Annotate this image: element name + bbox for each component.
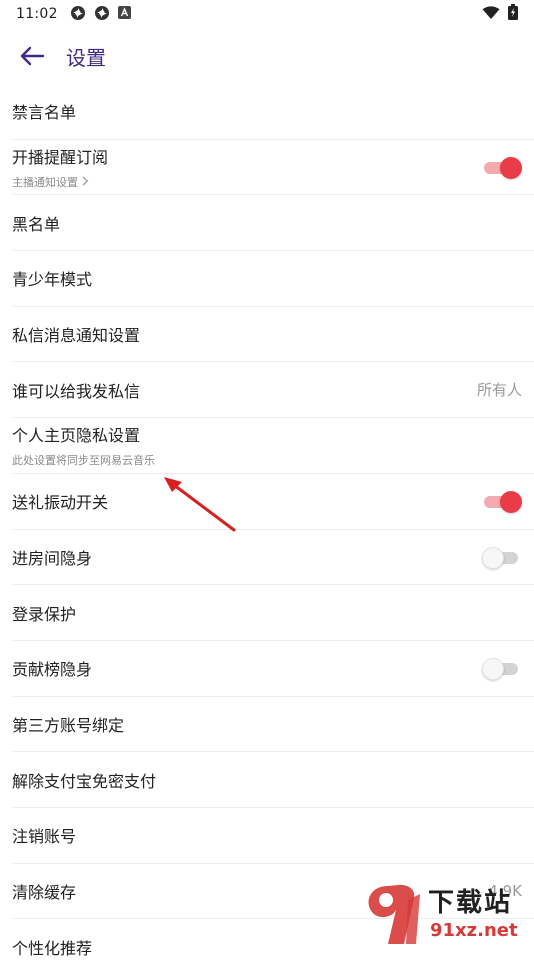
- setting-label: 送礼振动开关: [12, 493, 109, 513]
- system-icons: [482, 4, 518, 24]
- setting-alipay-unbind[interactable]: 解除支付宝免密支付: [12, 752, 534, 808]
- setting-label: 开播提醒订阅: [12, 148, 109, 168]
- setting-personalized[interactable]: 个性化推荐: [12, 919, 534, 975]
- pinwheel-icon: [70, 5, 86, 24]
- setting-live-reminder[interactable]: 开播提醒订阅 主播通知设置: [12, 140, 534, 196]
- setting-label: 贡献榜隐身: [12, 660, 93, 680]
- setting-clear-cache[interactable]: 清除缓存 4.9K: [12, 864, 534, 920]
- room-hidden-toggle[interactable]: [482, 545, 522, 569]
- setting-label: 青少年模式: [12, 270, 93, 290]
- pinwheel-icon: [94, 5, 110, 24]
- setting-login-protect[interactable]: 登录保护: [12, 585, 534, 641]
- setting-who-can-dm[interactable]: 谁可以给我发私信 所有人: [12, 362, 534, 419]
- a-box-icon: [117, 6, 131, 22]
- wifi-icon: [482, 5, 500, 24]
- setting-label: 个人主页隐私设置: [12, 426, 141, 446]
- arrow-left-icon: [20, 46, 45, 66]
- setting-cancel-account[interactable]: 注销账号: [12, 808, 534, 864]
- setting-label: 清除缓存: [12, 882, 77, 902]
- chevron-right-icon: [82, 176, 89, 189]
- anchor-notify-link[interactable]: 主播通知设置: [12, 174, 108, 190]
- setting-label: 禁言名单: [12, 103, 77, 123]
- settings-list: 禁言名单 开播提醒订阅 主播通知设置 黑名单 青少年模式 私信消息通知设置 谁可…: [12, 84, 534, 975]
- setting-gift-vibration[interactable]: 送礼振动开关: [12, 474, 534, 530]
- setting-label: 谁可以给我发私信: [12, 381, 141, 401]
- setting-label: 进房间隐身: [12, 548, 93, 568]
- page-title: 设置: [66, 45, 106, 70]
- setting-label: 解除支付宝免密支付: [12, 771, 157, 791]
- battery-charging-icon: [508, 4, 518, 24]
- setting-rank-hidden[interactable]: 贡献榜隐身: [12, 641, 534, 697]
- setting-banned-words[interactable]: 禁言名单: [12, 84, 534, 140]
- setting-sub-label: 此处设置将同步至网易云音乐: [12, 454, 155, 468]
- status-time: 11:02: [16, 6, 58, 22]
- setting-third-party[interactable]: 第三方账号绑定: [12, 697, 534, 753]
- setting-label: 个性化推荐: [12, 939, 93, 959]
- setting-label: 注销账号: [12, 827, 77, 847]
- app-header: 设置: [0, 34, 534, 78]
- setting-blacklist[interactable]: 黑名单: [12, 195, 534, 252]
- status-bar: 11:02: [0, 0, 534, 28]
- gift-vibration-toggle[interactable]: [482, 489, 522, 514]
- setting-homepage-privacy[interactable]: 个人主页隐私设置 此处设置将同步至网易云音乐: [12, 418, 534, 474]
- back-button[interactable]: [12, 36, 52, 76]
- setting-dm-notify[interactable]: 私信消息通知设置: [12, 307, 534, 363]
- setting-value: 所有人: [476, 381, 522, 400]
- setting-value: 4.9K: [488, 881, 522, 900]
- notification-icons: [70, 5, 131, 24]
- setting-label: 登录保护: [12, 604, 77, 624]
- setting-sub-label: 主播通知设置: [12, 176, 78, 190]
- setting-teen-mode[interactable]: 青少年模式: [12, 251, 534, 307]
- setting-label: 黑名单: [12, 214, 61, 234]
- setting-label: 第三方账号绑定: [12, 715, 125, 735]
- setting-room-hidden[interactable]: 进房间隐身: [12, 530, 534, 586]
- live-reminder-toggle[interactable]: [482, 155, 522, 180]
- rank-hidden-toggle[interactable]: [482, 656, 522, 681]
- setting-label: 私信消息通知设置: [12, 326, 141, 346]
